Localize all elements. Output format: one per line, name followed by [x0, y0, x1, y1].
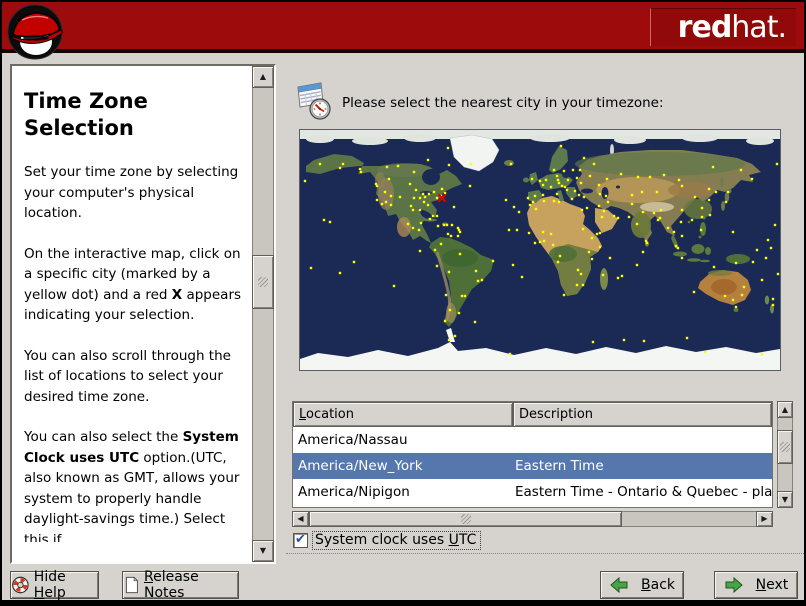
- document-icon: [125, 576, 139, 594]
- table-row[interactable]: America/New_York Eastern Time: [293, 453, 772, 479]
- prompt-label: Please select the nearest city in your t…: [342, 95, 664, 111]
- table-hscrollbar-thumb[interactable]: [309, 511, 622, 527]
- button-bar-separator: [286, 553, 804, 554]
- help-paragraph: You can also select the System Clock use…: [24, 429, 240, 542]
- table-vscrollbar[interactable]: ▲ ▼: [777, 401, 793, 508]
- check-icon: ✔: [295, 532, 306, 547]
- timezone-clock-icon: [297, 82, 331, 120]
- help-scrollbar[interactable]: ▲ ▼: [252, 66, 274, 562]
- timezone-table: Location Description America/Nassau Amer…: [292, 401, 773, 508]
- table-row[interactable]: America/Nassau: [293, 427, 772, 453]
- utc-checkbox[interactable]: ✔: [293, 533, 308, 548]
- utc-checkbox-row[interactable]: ✔ System clock uses UTC: [293, 531, 482, 550]
- table-vscrollbar-thumb[interactable]: [777, 430, 793, 464]
- help-paragraph: You can also scroll through the list of …: [24, 347, 231, 405]
- back-button[interactable]: Back: [600, 571, 684, 599]
- back-arrow-icon: [610, 577, 628, 593]
- table-header: Location Description: [293, 402, 772, 427]
- scroll-down-icon[interactable]: ▼: [252, 540, 274, 562]
- scroll-up-icon[interactable]: ▲: [252, 66, 274, 88]
- scroll-right-icon[interactable]: ▶: [756, 511, 773, 527]
- table-row[interactable]: America/Nipigon Eastern Time - Ontario & …: [293, 479, 772, 505]
- installer-window: redhat. Time Zone Selection Set your tim…: [0, 0, 806, 606]
- column-header-description[interactable]: Description: [513, 402, 772, 427]
- table-hscrollbar[interactable]: ◀ ▶: [292, 511, 773, 527]
- help-paragraph: Set your time zone by selecting your com…: [24, 164, 239, 221]
- world-map[interactable]: [299, 129, 781, 371]
- help-scrollbar-thumb[interactable]: [252, 255, 274, 309]
- help-paragraph: On the interactive map, click on a speci…: [24, 245, 242, 324]
- next-arrow-icon: [725, 577, 743, 593]
- wordmark-red: red: [677, 9, 733, 45]
- world-map-svg: [300, 130, 780, 370]
- redhat-wordmark: redhat.: [650, 8, 796, 46]
- title-bar-divider: [2, 49, 804, 53]
- next-button[interactable]: Next: [714, 571, 798, 599]
- wordmark-hat: hat.: [731, 9, 787, 45]
- scroll-left-icon[interactable]: ◀: [292, 511, 309, 527]
- hide-help-button[interactable]: Hide Help: [10, 569, 99, 600]
- utc-checkbox-label[interactable]: System clock uses UTC: [312, 531, 482, 550]
- redhat-shadowman-icon: [7, 4, 63, 60]
- help-scrollbar-trough[interactable]: [252, 66, 274, 562]
- column-header-location[interactable]: Location: [293, 402, 513, 427]
- page-title: Time Zone Selection: [24, 89, 148, 140]
- scroll-down-icon[interactable]: ▼: [777, 491, 793, 508]
- lifebuoy-icon: [12, 576, 29, 594]
- scroll-up-icon[interactable]: ▲: [777, 401, 793, 418]
- help-text: Time Zone Selection Set your time zone b…: [24, 88, 250, 542]
- release-notes-button[interactable]: Release Notes: [122, 569, 239, 600]
- help-panel: Time Zone Selection Set your time zone b…: [10, 64, 276, 564]
